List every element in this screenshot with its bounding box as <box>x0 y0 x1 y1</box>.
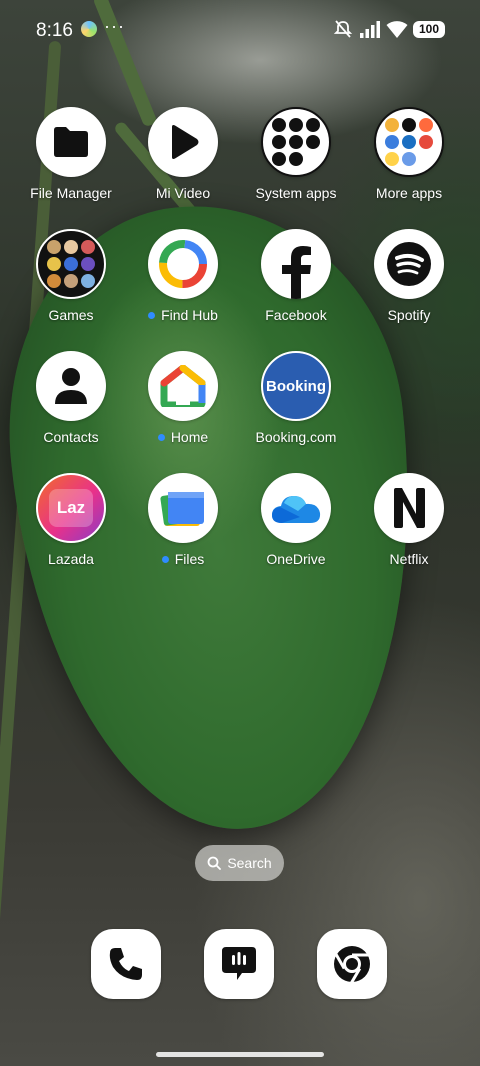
dock-phone[interactable] <box>91 929 161 999</box>
lazada-logo-text: Laz <box>56 498 86 517</box>
notification-dot <box>148 312 156 319</box>
app-label: Files <box>128 551 238 567</box>
facebook-icon <box>261 229 331 299</box>
mute-icon <box>333 20 353 38</box>
app-files[interactable]: Files <box>128 473 238 567</box>
app-facebook[interactable]: Facebook <box>241 229 351 323</box>
battery-icon: 100 <box>413 21 445 38</box>
app-mi-video[interactable]: Mi Video <box>128 107 238 201</box>
netflix-icon <box>374 473 444 543</box>
signal-icon <box>360 21 380 38</box>
search-button[interactable]: Search <box>195 845 284 881</box>
app-file-manager[interactable]: File Manager <box>16 107 126 201</box>
app-label: Find Hub <box>128 307 238 323</box>
folder-more-apps[interactable]: More apps <box>354 107 464 201</box>
app-label: OneDrive <box>266 551 326 567</box>
folder-group-icon <box>261 107 331 177</box>
app-label: Contacts <box>43 429 99 445</box>
notification-dot <box>161 556 169 563</box>
app-label: System apps <box>255 185 337 201</box>
app-label: Home <box>128 429 238 445</box>
app-spotify[interactable]: Spotify <box>354 229 464 323</box>
play-icon <box>148 107 218 177</box>
contacts-icon <box>36 351 106 421</box>
messages-icon <box>222 947 256 980</box>
booking-logo-text: Booking <box>266 377 326 395</box>
booking-icon: Booking <box>261 351 331 421</box>
app-label: Games <box>48 307 94 323</box>
app-label: Mi Video <box>155 185 211 201</box>
search-icon <box>207 856 222 870</box>
wifi-icon <box>386 21 408 38</box>
app-onedrive[interactable]: OneDrive <box>241 473 351 567</box>
folder-group-icon <box>36 229 106 299</box>
battery-level: 100 <box>418 22 440 36</box>
phone-icon <box>109 948 142 980</box>
lazada-icon: Laz <box>36 473 106 543</box>
find-hub-icon <box>148 229 218 299</box>
dock-chrome[interactable] <box>317 929 387 999</box>
files-icon <box>148 473 218 543</box>
folder-group-icon <box>374 107 444 177</box>
chrome-icon <box>334 946 370 984</box>
more-notifications-icon: ··· <box>104 16 125 36</box>
app-label: Booking.com <box>255 429 337 445</box>
onedrive-icon <box>261 473 331 543</box>
app-lazada[interactable]: Laz Lazada <box>16 473 126 567</box>
folder-system-apps[interactable]: System apps <box>241 107 351 201</box>
google-home-icon <box>148 351 218 421</box>
app-label: More apps <box>375 185 443 201</box>
app-label: File Manager <box>30 185 112 201</box>
clock: 8:16 <box>36 20 73 41</box>
app-label: Netflix <box>389 551 429 567</box>
spotify-icon <box>374 229 444 299</box>
app-home[interactable]: Home <box>128 351 238 445</box>
app-find-hub[interactable]: Find Hub <box>128 229 238 323</box>
notification-dot <box>157 434 165 441</box>
app-netflix[interactable]: Netflix <box>354 473 464 567</box>
home-indicator[interactable] <box>156 1052 324 1057</box>
search-label: Search <box>227 855 272 871</box>
app-notification-icon <box>81 21 97 37</box>
app-booking[interactable]: Booking Booking.com <box>241 351 351 445</box>
app-label: Lazada <box>48 551 94 567</box>
dock-messages[interactable] <box>204 929 274 999</box>
app-contacts[interactable]: Contacts <box>16 351 126 445</box>
app-label: Spotify <box>387 307 431 323</box>
status-bar: 8:16 ··· 100 <box>0 0 480 60</box>
folder-games[interactable]: Games <box>16 229 126 323</box>
app-label: Facebook <box>265 307 327 323</box>
folder-icon <box>36 107 106 177</box>
